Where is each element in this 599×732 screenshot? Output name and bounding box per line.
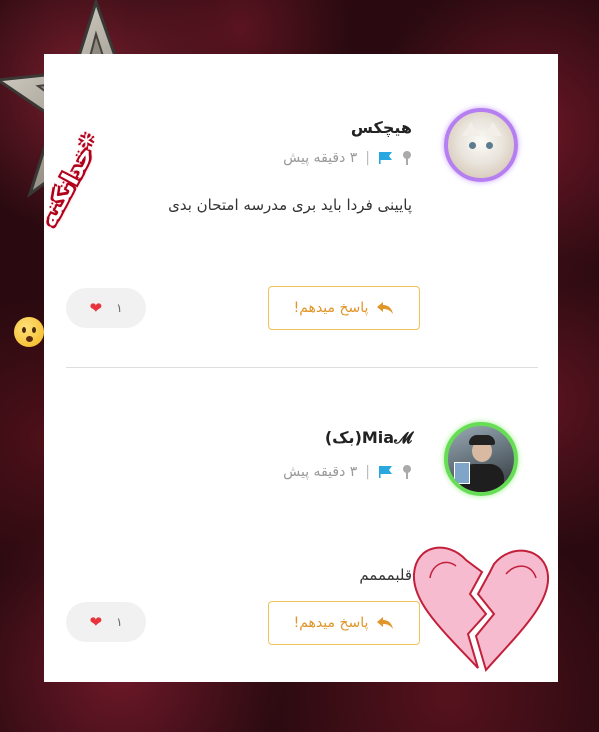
avatar[interactable] — [444, 422, 518, 496]
comment-item: هیچکس | ۳ دقیقه پیش پایینی فردا باید بری… — [44, 54, 558, 364]
emoji-eye — [22, 327, 26, 333]
avatar[interactable] — [444, 108, 518, 182]
worried-face-emoji-icon — [14, 317, 44, 347]
avatar-person-cap — [469, 435, 495, 445]
comment-text: پایینی فردا باید بری مدرسه امتحان بدی — [168, 196, 412, 214]
reply-arrow-icon — [377, 302, 394, 314]
comment-meta: | ۳ دقیقه پیش — [283, 150, 412, 166]
username[interactable]: Mia𝓜(بک) — [325, 428, 412, 448]
meta-separator: | — [365, 464, 370, 480]
like-button[interactable]: ❤ ۱ — [66, 602, 146, 642]
reply-arrow-icon — [377, 617, 394, 629]
map-pin-icon[interactable] — [402, 151, 412, 165]
avatar-person-card — [454, 462, 470, 484]
broken-heart-sticker-icon — [412, 546, 550, 673]
reply-label: پاسخ میدهم! — [293, 615, 369, 631]
comment-divider — [66, 367, 538, 368]
avatar-cat-eye — [486, 142, 493, 149]
avatar-cat-ear — [484, 122, 502, 136]
flag-icon[interactable] — [378, 465, 394, 479]
reply-button[interactable]: پاسخ میدهم! — [268, 601, 420, 645]
reply-button[interactable]: پاسخ میدهم! — [268, 286, 420, 330]
emoji-eye — [32, 327, 36, 333]
meta-separator: | — [365, 150, 370, 166]
map-pin-icon[interactable] — [402, 465, 412, 479]
comment-text: قلبمممم — [359, 566, 412, 584]
avatar-cat-eye — [469, 142, 476, 149]
heart-icon: ❤ — [89, 299, 103, 317]
comment-time: ۳ دقیقه پیش — [283, 464, 358, 480]
username[interactable]: هیچکس — [351, 118, 412, 137]
like-count: ۱ — [116, 615, 123, 629]
comment-meta: | ۳ دقیقه پیش — [283, 464, 412, 480]
avatar-cat-ear — [462, 122, 480, 136]
like-button[interactable]: ❤ ۱ — [66, 288, 146, 328]
heart-icon: ❤ — [89, 613, 103, 631]
emoji-mouth — [26, 336, 33, 342]
reply-label: پاسخ میدهم! — [293, 300, 369, 316]
comment-time: ۳ دقیقه پیش — [283, 150, 358, 166]
like-count: ۱ — [116, 301, 123, 315]
flag-icon[interactable] — [378, 151, 394, 165]
